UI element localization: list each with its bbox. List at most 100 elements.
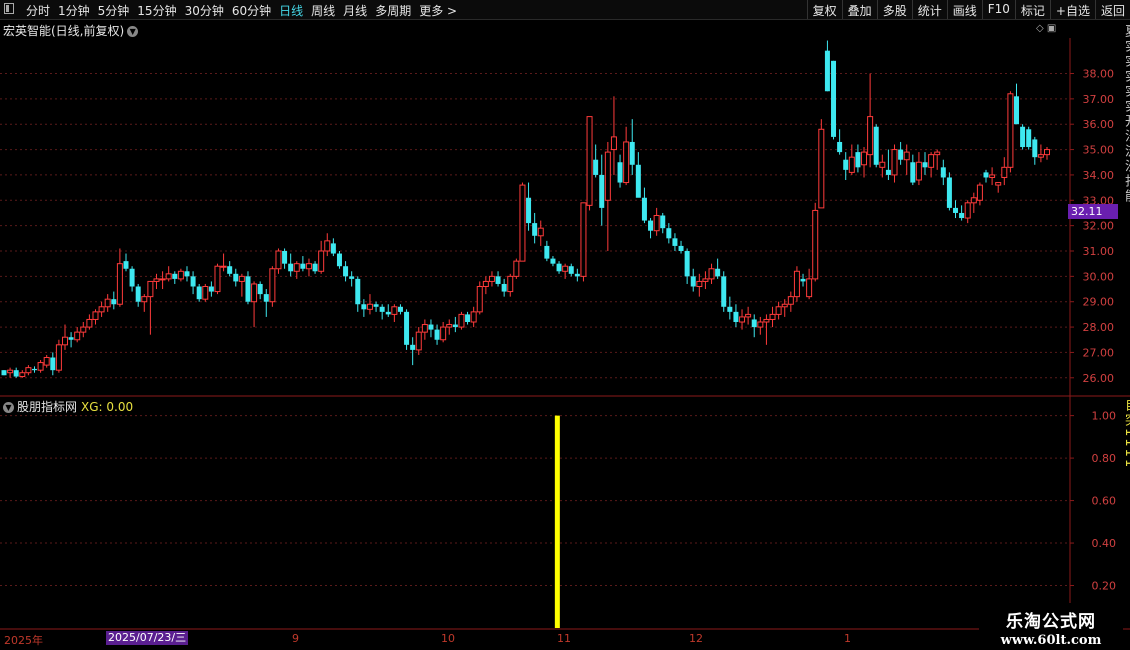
y-tick-label: 36.00: [1083, 118, 1115, 131]
watermark-name: 乐淘公式网: [1006, 612, 1096, 632]
candle-body-up: [391, 306, 398, 315]
candle-body-down: [526, 197, 532, 224]
candle-body-up: [92, 311, 99, 320]
candle-body-down: [355, 278, 361, 305]
candle-body-down: [556, 263, 562, 272]
candle-body-up: [757, 321, 764, 328]
candle-body-down: [873, 126, 879, 165]
y-tick-label: 26.00: [1083, 372, 1115, 385]
candle-body-up: [153, 278, 160, 282]
candle-body-down: [983, 172, 989, 178]
right-edge-info: 夏实实实实实开法流沙打能: [1122, 24, 1130, 204]
candle-body-up: [653, 215, 660, 232]
candle-body-up: [989, 174, 996, 178]
candle-body-up: [745, 313, 752, 318]
candle-body-up: [55, 344, 62, 371]
candle-body-up: [787, 296, 794, 305]
candle-body-up: [476, 286, 483, 313]
candle-body-down: [843, 159, 849, 170]
candle-body-up: [98, 306, 105, 313]
y-tick-label: 29.00: [1083, 296, 1115, 309]
indicator-tick-label: 1.00: [1092, 410, 1117, 423]
candle-body-up: [812, 209, 819, 280]
candle-body-down: [831, 60, 837, 137]
candle-body-down: [544, 245, 550, 259]
candle-body-up: [775, 306, 782, 315]
candle-body-down: [648, 220, 654, 231]
y-tick-label: 32.00: [1083, 220, 1115, 233]
candle-body-up: [781, 303, 788, 308]
candle-body-down: [379, 306, 385, 312]
candle-body-down: [68, 337, 74, 340]
candle-body-down: [660, 215, 666, 229]
candle-body-up: [147, 280, 154, 298]
candle-body-up: [421, 324, 428, 333]
candle-body-down: [233, 273, 239, 282]
candle-body-down: [641, 197, 647, 221]
candle-body-down: [288, 263, 294, 272]
month-label: 12: [689, 632, 703, 645]
candle-body-up: [25, 367, 32, 374]
candle-body-up: [324, 240, 331, 252]
candle-body-up: [165, 273, 172, 280]
candle-body-down: [190, 276, 196, 287]
candle-body-up: [879, 161, 886, 168]
candle-body-up: [915, 161, 922, 181]
indicator-tick-label: 0.80: [1092, 452, 1117, 465]
candle-body-up: [141, 296, 148, 303]
candle-body-up: [482, 280, 489, 287]
month-label: 9: [292, 632, 299, 645]
candle-body-up: [366, 303, 373, 310]
candle-body-down: [282, 251, 288, 264]
candle-body-down: [678, 245, 684, 251]
signal-bar: [554, 415, 560, 628]
candlestick-chart[interactable]: 26.0027.0028.0029.0030.0031.0032.0033.00…: [0, 0, 1130, 650]
watermark-url: www.60lt.com: [1000, 633, 1102, 648]
candle-body-up: [537, 227, 544, 237]
candle-body-up: [610, 136, 617, 151]
candle-body-up: [1001, 166, 1008, 178]
candle-body-down: [837, 141, 843, 153]
indicator-title[interactable]: ▼ 股朋指标网 XG: 0.00: [3, 398, 133, 415]
candle-body-up: [580, 202, 587, 277]
candle-body-down: [428, 324, 434, 330]
month-label: 11: [557, 632, 571, 645]
candle-body-up: [440, 326, 447, 341]
candle-body-down: [336, 253, 342, 267]
candle-body-up: [562, 265, 569, 272]
candle-body-up: [470, 311, 477, 323]
current-price-badge: 32.11: [1068, 204, 1118, 219]
candle-body-up: [488, 275, 495, 282]
y-tick-label: 31.00: [1083, 245, 1115, 258]
candle-body-up: [86, 318, 93, 328]
y-tick-label: 38.00: [1083, 68, 1115, 81]
candle-body-down: [184, 271, 190, 277]
candle-body-up: [903, 151, 910, 161]
candle-body-down: [800, 278, 806, 282]
candle-body-up: [928, 154, 935, 168]
candle-body-down: [349, 276, 355, 279]
candle-body-up: [1007, 93, 1014, 168]
candle-body-up: [1044, 149, 1050, 156]
candle-body-down: [501, 283, 507, 292]
candle-body-up: [80, 326, 87, 333]
candle-body-up: [238, 275, 245, 282]
candle-body-up: [763, 318, 770, 323]
candle-body-down: [434, 329, 440, 340]
candle-body-down: [465, 314, 471, 322]
candle-body-down: [1014, 96, 1020, 125]
candle-body-up: [793, 270, 800, 298]
candle-body-down: [385, 311, 391, 315]
candle-body-down: [452, 324, 458, 328]
candle-body-up: [7, 369, 14, 374]
candle-body-up: [159, 278, 166, 281]
chevron-down-icon[interactable]: ▼: [3, 402, 14, 413]
candle-body-down: [733, 311, 739, 322]
y-tick-label: 28.00: [1083, 321, 1115, 334]
candle-body-up: [104, 298, 111, 308]
candle-body-up: [305, 263, 312, 270]
candle-body-down: [1032, 139, 1038, 158]
candle-body-up: [806, 278, 813, 298]
candle-body-down: [50, 357, 56, 371]
candle-body-up: [74, 331, 81, 341]
